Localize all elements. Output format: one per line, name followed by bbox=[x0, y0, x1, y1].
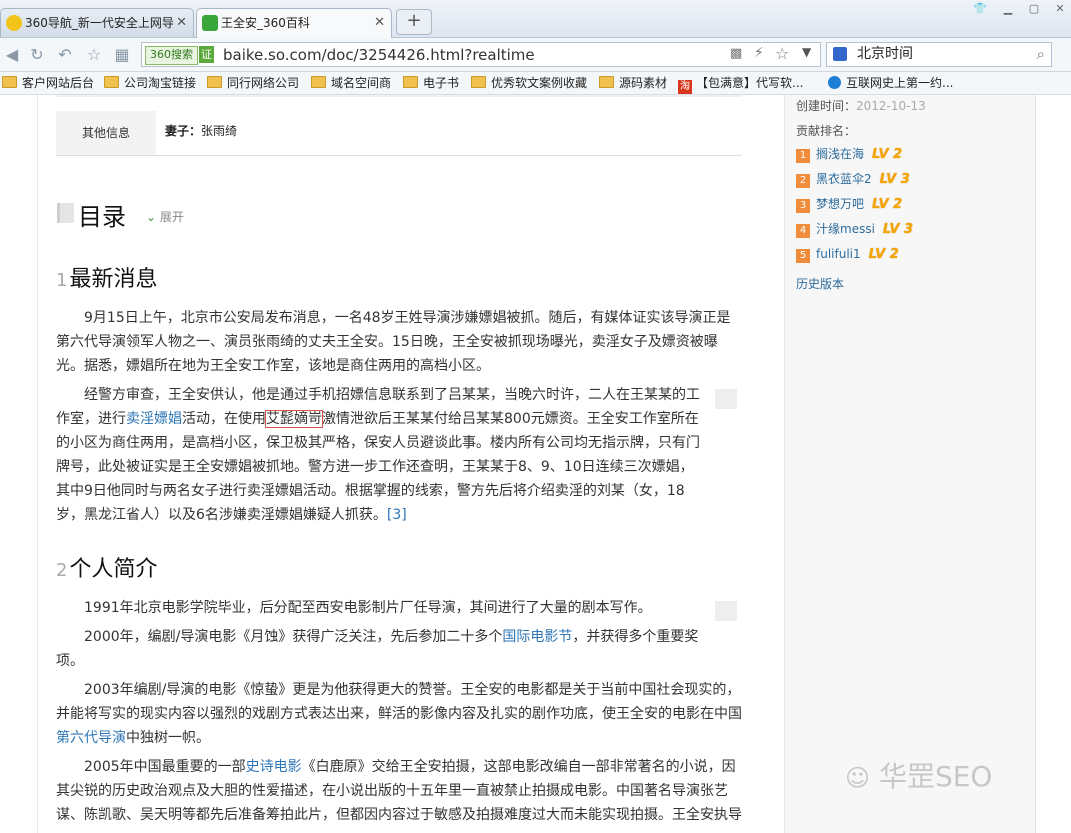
bookmark-item[interactable]: 电子书 bbox=[403, 72, 459, 94]
contributor-item[interactable]: 4 汁缘messi LV 3 bbox=[796, 221, 913, 238]
paragraph-3: 1991年北京电影学院毕业，后分配至西安电影制片厂任导演，其间进行了大量的剧本写… bbox=[84, 600, 652, 616]
search-box[interactable]: 北京时间 ⌕ bbox=[826, 42, 1052, 67]
bookmark-item[interactable]: 客户网站后台 bbox=[2, 72, 94, 94]
link-film-festival[interactable]: 国际电影节 bbox=[502, 629, 572, 645]
folder-icon bbox=[207, 76, 222, 88]
watermark: ☺ 华罡SEO bbox=[845, 760, 993, 793]
new-tab-button[interactable]: + bbox=[396, 9, 432, 35]
maximize-icon[interactable]: ▢ bbox=[1024, 2, 1044, 18]
paragraph-4: 2000年，编剧/导演电影《月蚀》获得广泛关注，先后参加二十多个国际电影节，并获… bbox=[56, 629, 699, 669]
link-prostitution[interactable]: 卖淫嫖娼 bbox=[126, 411, 182, 427]
edit-marker-icon[interactable] bbox=[715, 389, 737, 409]
folder-icon bbox=[403, 76, 418, 88]
tab-360-navigation[interactable]: 360导航_新一代安全上网导 ✕ bbox=[0, 8, 194, 37]
certificate-icon[interactable]: 证 bbox=[199, 46, 214, 63]
folder-icon bbox=[311, 76, 326, 88]
section-heading: 1最新消息 bbox=[56, 267, 158, 292]
paragraph-5: 2003年编剧/导演的电影《惊蛰》更是为他获得更大的赞誉。王全安的电影都是关于当… bbox=[56, 682, 742, 746]
favorite-star-icon[interactable]: ☆ bbox=[84, 45, 104, 65]
bookmark-item[interactable]: 淘【包满意】代写软... bbox=[678, 72, 803, 94]
minimize-icon[interactable]: ▁ bbox=[998, 2, 1018, 18]
folder-icon bbox=[599, 76, 614, 88]
back-icon[interactable]: ◀ bbox=[2, 45, 22, 65]
toc-title: 目录 bbox=[78, 203, 126, 231]
bookmark-item[interactable]: 同行网络公司 bbox=[207, 72, 299, 94]
divider bbox=[56, 155, 742, 156]
reference-link[interactable]: [3] bbox=[387, 507, 407, 523]
paragraph-2: 经警方审查，王全安供认，他是通过手机招嫖信息联系到了吕某某，当晚六时许，二人在王… bbox=[56, 387, 700, 523]
360-search-icon bbox=[202, 15, 218, 31]
content-border bbox=[37, 95, 38, 833]
address-bar[interactable]: 360搜索 证 baike.so.com/doc/3254426.html?re… bbox=[141, 42, 821, 67]
folder-icon bbox=[471, 76, 486, 88]
contribution-rank-label: 贡献排名： bbox=[796, 124, 857, 138]
360-search-badge[interactable]: 360搜索 bbox=[145, 46, 198, 65]
search-input[interactable]: 北京时间 bbox=[857, 43, 913, 66]
section-heading: 2个人简介 bbox=[56, 557, 158, 582]
qr-code-icon[interactable]: ▩ bbox=[730, 46, 742, 61]
contributor-item[interactable]: 1 搁浅在海 LV 2 bbox=[796, 146, 902, 163]
bookmarks-bar: 客户网站后台 公司淘宝链接 同行网络公司 域名空间商 电子书 优秀软文案例收藏 … bbox=[0, 72, 1071, 95]
search-icon[interactable]: ⌕ bbox=[1037, 43, 1045, 66]
infobox-label: 其他信息 bbox=[56, 111, 156, 155]
link-sixth-generation[interactable]: 第六代导演 bbox=[56, 730, 126, 746]
undo-icon[interactable]: ↶ bbox=[55, 45, 75, 65]
chevron-down-icon: ⌄ bbox=[146, 210, 157, 224]
infobox-top-edge bbox=[56, 95, 742, 97]
url-text[interactable]: baike.so.com/doc/3254426.html?realtime bbox=[223, 43, 535, 67]
bookmark-item[interactable]: 优秀软文案例收藏 bbox=[471, 72, 587, 94]
tab-label: 360导航_新一代安全上网导 bbox=[25, 16, 174, 30]
bookmark-star-icon[interactable]: ☆ bbox=[775, 44, 789, 63]
skin-icon[interactable]: 👕 bbox=[970, 2, 990, 18]
apps-grid-icon[interactable]: ▦ bbox=[112, 45, 132, 65]
play-icon bbox=[828, 76, 841, 89]
refresh-icon[interactable]: ↻ bbox=[27, 45, 47, 65]
toc-icon bbox=[57, 203, 74, 223]
history-version-link[interactable]: 历史版本 bbox=[796, 275, 844, 292]
contributor-item[interactable]: 3 梦想万吧 LV 2 bbox=[796, 196, 902, 213]
tab-bar: 360导航_新一代安全上网导 ✕ 王全安_360百科 ✕ + 👕 ▁ ▢ ✕ bbox=[0, 0, 1071, 38]
360-logo-icon bbox=[6, 15, 22, 31]
toc-expand-link[interactable]: ⌄ 展开 bbox=[146, 208, 184, 225]
tab-label: 王全安_360百科 bbox=[221, 16, 310, 30]
page-content: 其他信息 妻子：张雨绮 目录 ⌄ 展开 1最新消息 9月15日上午，北京市公安局… bbox=[0, 95, 1071, 833]
navigation-bar: ◀ ↻ ↶ ☆ ▦ 360搜索 证 baike.so.com/doc/32544… bbox=[0, 38, 1071, 72]
contributor-item[interactable]: 5 fulifuli1 LV 2 bbox=[796, 246, 899, 263]
sidebar: 创建时间：2012-10-13 贡献排名： 1 搁浅在海 LV 2 2 黑衣蓝伞2 LV… bbox=[784, 95, 1036, 833]
close-window-icon[interactable]: ✕ bbox=[1050, 2, 1070, 18]
contributor-item[interactable]: 2 黑衣蓝伞2 LV 3 bbox=[796, 171, 910, 188]
garbled-text: 艾髭嫡岢 bbox=[265, 410, 323, 428]
bookmark-item[interactable]: 源码素材 bbox=[599, 72, 667, 94]
lightning-icon[interactable]: ⚡ bbox=[754, 45, 764, 61]
created-time: 创建时间：2012-10-13 bbox=[796, 99, 926, 113]
baidu-paw-icon bbox=[833, 47, 847, 61]
bookmark-item[interactable]: 公司淘宝链接 bbox=[104, 72, 196, 94]
wechat-icon: ☺ bbox=[845, 764, 871, 792]
taobao-icon: 淘 bbox=[678, 80, 692, 94]
close-icon[interactable]: ✕ bbox=[374, 9, 385, 37]
paragraph-6: 2005年中国最重要的一部史诗电影《白鹿原》交给王全安拍摄，这部电影改编自一部非… bbox=[56, 759, 742, 823]
infobox-value: 妻子：张雨绮 bbox=[165, 124, 238, 138]
edit-marker-icon[interactable] bbox=[715, 601, 737, 621]
bookmark-item[interactable]: 互联网史上第一约... bbox=[828, 72, 953, 94]
dropdown-arrow-icon[interactable]: ▼ bbox=[802, 45, 811, 59]
folder-icon bbox=[104, 76, 119, 88]
link-epic-film[interactable]: 史诗电影 bbox=[246, 759, 302, 775]
paragraph-1: 9月15日上午，北京市公安局发布消息，一名48岁王姓导演涉嫌嫖娼被抓。随后，有媒… bbox=[56, 310, 731, 374]
tab-wangquanan-baike[interactable]: 王全安_360百科 ✕ bbox=[196, 8, 392, 38]
folder-icon bbox=[2, 76, 17, 88]
bookmark-item[interactable]: 域名空间商 bbox=[311, 72, 391, 94]
close-icon[interactable]: ✕ bbox=[176, 9, 187, 37]
